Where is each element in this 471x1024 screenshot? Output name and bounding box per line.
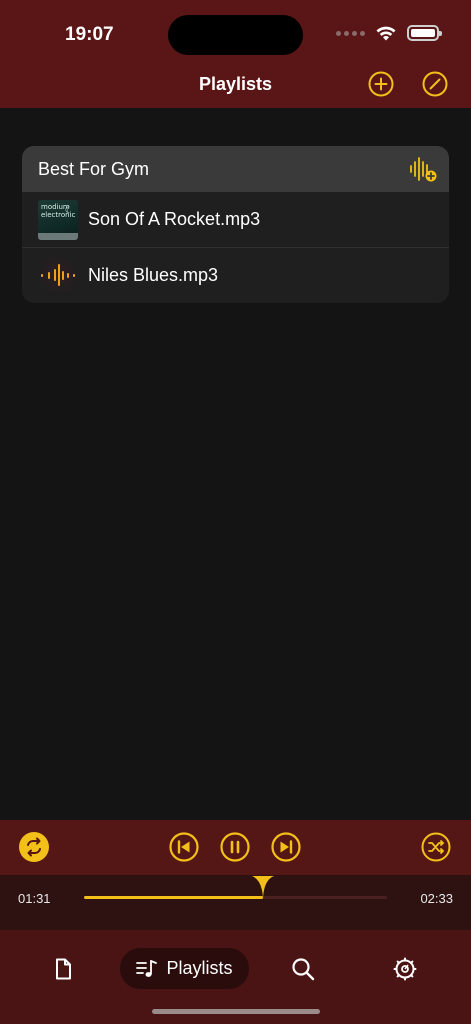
pause-button[interactable] <box>220 832 250 862</box>
playlist-icon <box>136 959 158 977</box>
elapsed-time: 01:31 <box>18 891 51 906</box>
track-row[interactable]: modium electronic ☾ Son Of A Rocket.mp3 <box>22 192 449 247</box>
progress-row: 01:31 02:33 <box>0 875 471 930</box>
status-time: 19:07 <box>65 24 114 45</box>
tab-search[interactable] <box>291 957 315 981</box>
next-track-button[interactable] <box>271 832 301 862</box>
repeat-button[interactable] <box>19 832 49 862</box>
tab-settings[interactable] <box>393 957 417 981</box>
playlist-card: Best For Gym modium electronic ☾ Son Of … <box>22 146 449 303</box>
header: 19:07 Playlists <box>0 0 471 108</box>
battery-icon <box>407 25 442 41</box>
screen: 19:07 Playlists Best For Gym modium elec… <box>0 0 471 1024</box>
dynamic-island <box>168 15 303 55</box>
track-name: Son Of A Rocket.mp3 <box>88 209 261 229</box>
shuffle-button[interactable] <box>421 832 451 862</box>
tab-playlists[interactable]: Playlists <box>120 948 249 989</box>
playlist-title: Best For Gym <box>38 158 150 179</box>
moon-icon: ☾ <box>64 204 73 215</box>
waveform-thumbnail-icon <box>38 255 78 295</box>
album-art: modium electronic ☾ <box>38 199 78 240</box>
add-track-waveform-icon[interactable] <box>409 156 437 182</box>
progress-played <box>84 896 263 899</box>
playlist-header[interactable]: Best For Gym <box>22 146 449 192</box>
progress-knob[interactable] <box>251 876 274 898</box>
player-controls <box>0 820 471 875</box>
tab-playlists-label: Playlists <box>166 958 233 978</box>
wifi-icon <box>376 26 396 41</box>
page-title: Playlists <box>198 74 273 94</box>
add-playlist-button[interactable] <box>368 71 394 97</box>
waveform-icon <box>41 264 75 286</box>
progress-slider[interactable] <box>84 876 387 899</box>
duration-time: 02:33 <box>420 891 453 906</box>
home-indicator <box>152 1009 320 1014</box>
track-row[interactable]: Niles Blues.mp3 <box>22 247 449 302</box>
previous-track-button[interactable] <box>169 832 199 862</box>
cellular-signal-icon <box>336 30 365 36</box>
track-name: Niles Blues.mp3 <box>88 264 219 285</box>
status-icons <box>336 24 442 42</box>
tab-files[interactable] <box>51 957 75 981</box>
edit-pencil-button[interactable] <box>422 71 448 97</box>
